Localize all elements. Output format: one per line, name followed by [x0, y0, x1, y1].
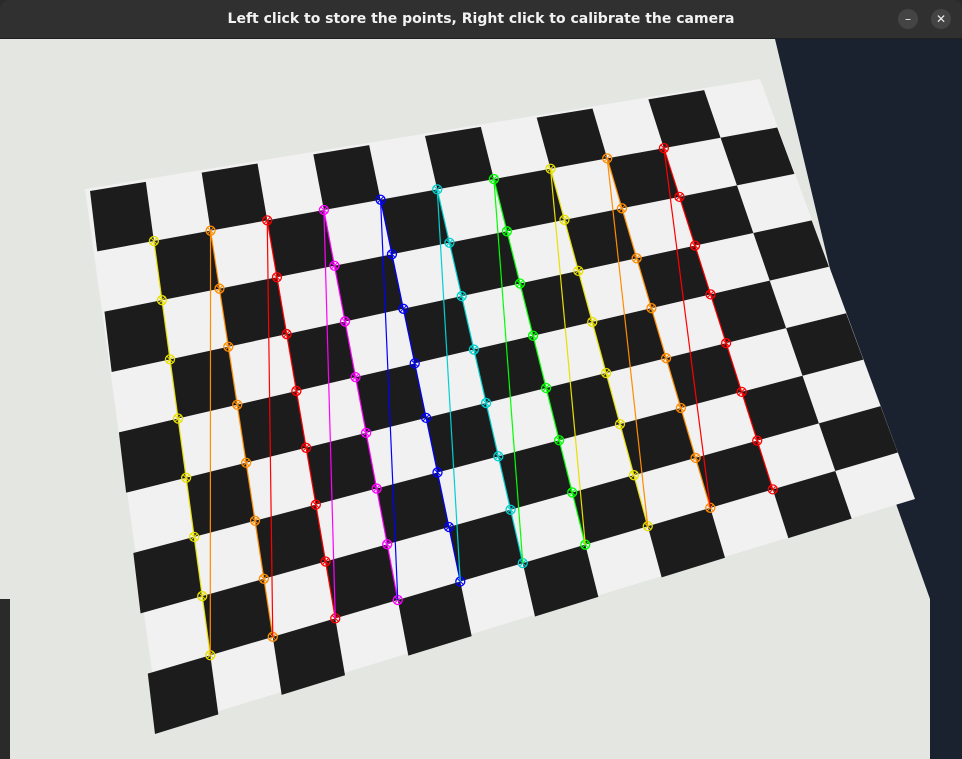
- window-title: Left click to store the points, Right cl…: [227, 11, 735, 27]
- camera-frame[interactable]: [0, 39, 962, 759]
- opencv-window: Left click to store the points, Right cl…: [0, 0, 962, 759]
- close-button[interactable]: ✕: [931, 9, 951, 29]
- checker-square: [90, 181, 154, 252]
- checker-square: [104, 300, 170, 372]
- camera-image-canvas[interactable]: [0, 39, 962, 759]
- minimize-button[interactable]: –: [898, 9, 918, 29]
- left-edge: [0, 599, 10, 759]
- title-bar: Left click to store the points, Right cl…: [0, 0, 962, 39]
- checker-square: [201, 163, 268, 231]
- checker-square: [153, 230, 220, 301]
- checker-square: [313, 145, 381, 211]
